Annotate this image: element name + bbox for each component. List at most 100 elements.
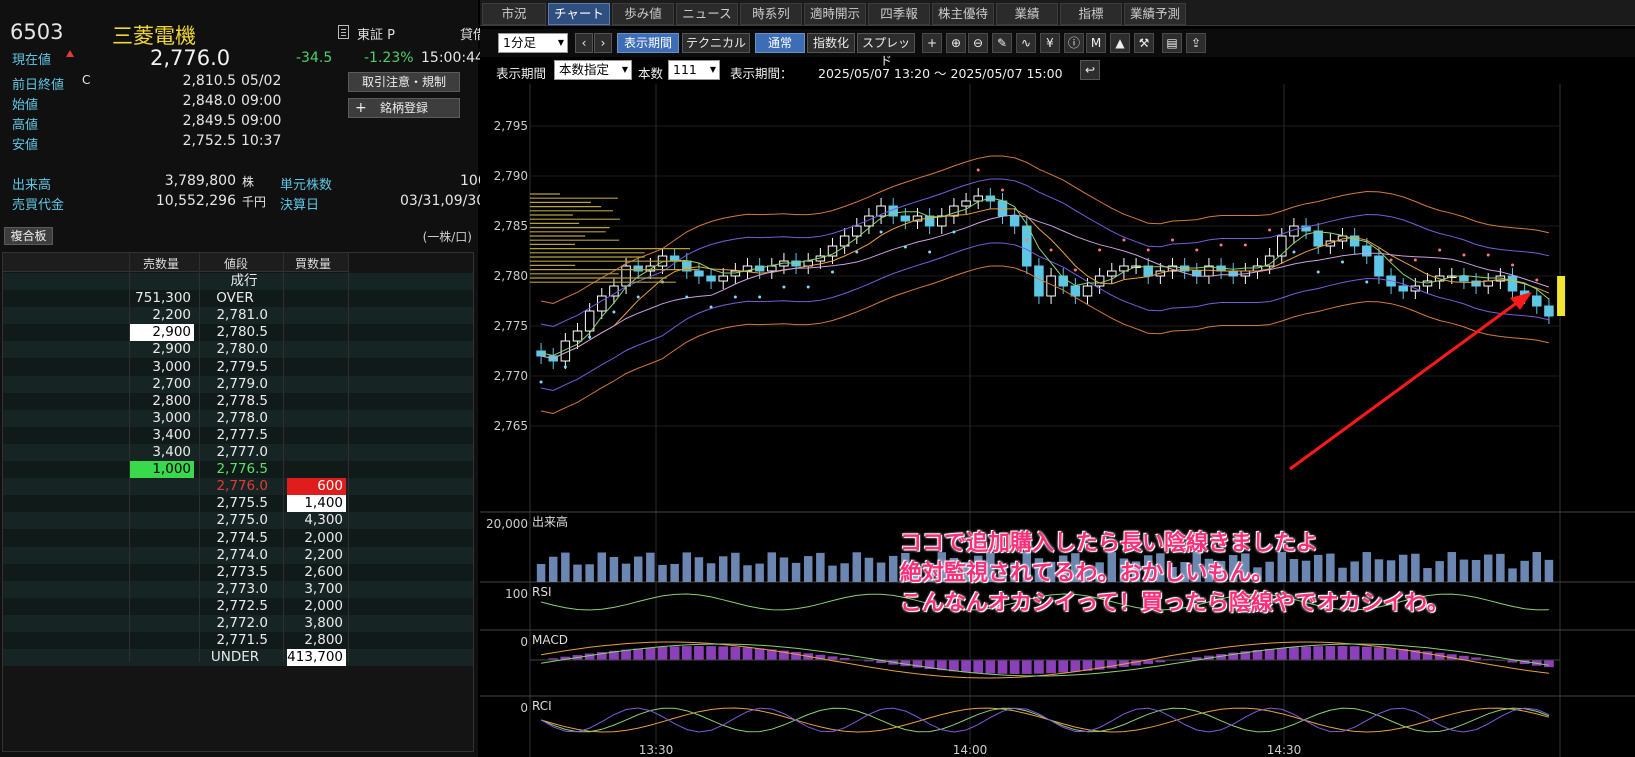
price-cell: 2,778.0 <box>216 409 268 426</box>
return-icon: ↩ <box>1084 63 1096 77</box>
volume-bar <box>1411 553 1420 582</box>
candle-body <box>1532 295 1542 307</box>
order-book-row[interactable]: 3,400 2,777.5 <box>3 426 473 444</box>
sell-cell: 2,700 <box>152 375 191 392</box>
macd-histogram-bar <box>791 651 801 660</box>
zoom-out-icon[interactable]: ⊖ <box>968 33 988 53</box>
order-book-row[interactable]: 3,000 2,778.0 <box>3 409 473 427</box>
index-button[interactable]: 指数化 <box>807 33 855 53</box>
tab-5[interactable]: 適時開示 <box>804 3 866 25</box>
order-book-row[interactable]: 2,776.0 600 <box>3 478 473 496</box>
order-book-row[interactable]: 2,772.5 2,000 <box>3 597 473 615</box>
buy-cell <box>287 324 346 341</box>
tab-0[interactable]: 市況 <box>482 3 546 25</box>
order-book-row[interactable]: 2,775.5 1,400 <box>3 495 473 513</box>
volume-bar <box>1289 559 1299 582</box>
price-tick-label: 2,770 <box>494 369 528 383</box>
macd-histogram-bar <box>985 660 996 674</box>
candle-body <box>1277 235 1287 257</box>
rsi-panel-tick: 100 <box>505 587 528 601</box>
order-book-row[interactable]: 2,800 2,778.5 <box>3 392 473 410</box>
order-book-row[interactable]: 2,200 2,781.0 <box>3 307 473 325</box>
tab-4[interactable]: 時系列 <box>740 3 802 25</box>
info-icon[interactable]: ⓘ <box>1064 33 1084 53</box>
sar-dot <box>1389 258 1393 262</box>
ma-mid-line <box>540 214 1550 360</box>
tab-9[interactable]: 指標 <box>1060 3 1122 25</box>
candle-body <box>900 215 911 222</box>
tab-1[interactable]: チャート <box>548 3 610 25</box>
my-icon[interactable]: M <box>1086 33 1106 53</box>
order-book-row[interactable]: 1,000 2,776.5 <box>3 461 473 479</box>
tab-3[interactable]: ニュース <box>676 3 738 25</box>
order-book-row[interactable]: 2,774.0 2,200 <box>3 546 473 564</box>
display-period-button[interactable]: 表示期間 <box>617 33 679 53</box>
crosshair-icon[interactable]: + <box>922 33 942 53</box>
tab-2[interactable]: 歩み値 <box>612 3 674 25</box>
order-book-row[interactable]: 2,900 2,780.5 <box>3 324 473 342</box>
price-chart[interactable]: 2,795 2,790 2,785 2,780 2,775 2,770 2,765 13:30… <box>480 84 1635 757</box>
yen-icon[interactable]: ¥ <box>1040 33 1060 53</box>
tab-6[interactable]: 四季報 <box>868 3 930 25</box>
pencil-icon[interactable]: ✎ <box>992 33 1012 53</box>
sar-dot <box>1098 248 1102 252</box>
tab-7[interactable]: 株主優待 <box>932 3 994 25</box>
order-book-row[interactable]: 2,700 2,779.0 <box>3 375 473 393</box>
sar-dot <box>855 250 859 254</box>
volume-bar <box>1374 559 1384 582</box>
sar-dot <box>685 295 689 299</box>
order-book-row[interactable]: 2,773.0 3,700 <box>3 580 473 598</box>
zoom-in-icon[interactable]: ⊕ <box>946 33 966 53</box>
order-book-row[interactable]: 2,900 2,780.0 <box>3 341 473 359</box>
volume-bar <box>1508 568 1517 582</box>
order-book-row[interactable]: 2,773.5 2,600 <box>3 563 473 581</box>
order-book-row[interactable]: 成行 <box>3 273 473 290</box>
normal-button[interactable]: 通常 <box>755 33 805 53</box>
rsi-panel-label: RSI <box>532 585 552 599</box>
interval-select[interactable]: 1分足 <box>498 33 568 53</box>
tab-10[interactable]: 業績予測 <box>1124 3 1186 25</box>
wrench-icon[interactable]: ⚒ <box>1134 33 1154 53</box>
buy-cell <box>287 376 346 393</box>
chart-canvas[interactable]: 2,795 2,790 2,785 2,780 2,775 2,770 2,765 13:30… <box>480 84 1635 757</box>
sell-cell: 3,400 <box>152 444 191 460</box>
register-stock-button[interactable]: + 銘柄登録 <box>348 98 460 118</box>
sell-cell <box>130 598 194 615</box>
price-change: -34.5 <box>296 50 333 66</box>
order-book-row[interactable]: UNDER 413,700 <box>3 649 473 667</box>
order-book-row[interactable]: 751,300 OVER <box>3 290 473 308</box>
order-book-row[interactable]: 2,772.0 3,800 <box>3 615 473 632</box>
order-book-row[interactable]: 3,400 2,777.0 <box>3 444 473 461</box>
order-book-row[interactable]: 3,000 2,779.5 <box>3 358 473 376</box>
chevron-left-icon: ‹ <box>581 36 587 50</box>
price-cell: 2,774.5 <box>216 529 268 546</box>
next-button[interactable]: › <box>594 33 612 53</box>
price-cell: 2,777.0 <box>216 444 268 460</box>
trading-notice-button[interactable]: 取引注意・規制 <box>348 72 460 92</box>
count-input[interactable]: 111 <box>668 60 720 80</box>
reset-button[interactable]: ↩ <box>1080 60 1100 80</box>
spread-button[interactable]: スプレッド <box>857 33 915 68</box>
prev-button[interactable]: ‹ <box>575 33 593 53</box>
buy-cell <box>287 290 346 307</box>
technical-button[interactable]: テクニカル <box>682 33 750 53</box>
order-book-row[interactable]: 2,774.5 2,000 <box>3 529 473 547</box>
high-value: 2,849.5 <box>182 113 236 129</box>
turnover-unit: 千円 <box>242 195 267 209</box>
print-icon[interactable]: ▤ <box>1162 33 1182 53</box>
combo-board-tab[interactable]: 複合板 <box>4 227 53 245</box>
order-book-row[interactable]: 2,771.5 2,800 <box>3 632 473 650</box>
export-icon[interactable]: ⇪ <box>1186 33 1206 53</box>
tab-8[interactable]: 業績 <box>996 3 1058 25</box>
document-icon[interactable] <box>338 25 349 39</box>
volume-bar <box>536 564 546 582</box>
order-book-header: 売数量 値段 買数量 <box>3 253 348 272</box>
period-mode-select[interactable]: 本数指定 <box>554 60 632 80</box>
open-time: 09:00 <box>241 93 282 109</box>
trend-icon[interactable]: ∿ <box>1016 33 1036 53</box>
sell-cell: 2,200 <box>152 307 191 324</box>
mountain-icon[interactable]: ▲ <box>1110 33 1130 53</box>
sar-dot <box>1341 260 1344 264</box>
order-book-row[interactable]: 2,775.0 4,300 <box>3 512 473 530</box>
buy-cell: 2,200 <box>304 546 343 563</box>
